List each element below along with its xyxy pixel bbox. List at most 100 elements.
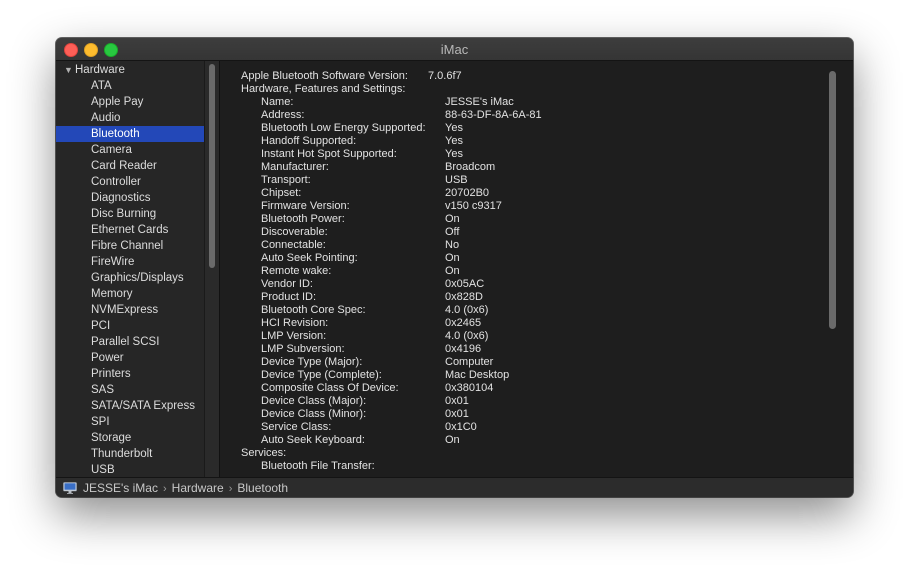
property-value: Yes [445, 148, 463, 160]
sidebar-scrollbar-thumb[interactable] [209, 64, 215, 268]
sidebar-item-fibre-channel[interactable]: Fibre Channel [56, 238, 204, 254]
sidebar-item-apple-pay[interactable]: Apple Pay [56, 94, 204, 110]
property-label: Auto Seek Keyboard: [261, 434, 365, 446]
version-label: Apple Bluetooth Software Version: [241, 70, 408, 82]
property-label: Auto Seek Pointing: [261, 252, 358, 264]
sidebar: ▼ Hardware ATA Apple Pay Audio Bluetooth Came… [56, 61, 204, 477]
sidebar-item-parallel-scsi[interactable]: Parallel SCSI [56, 334, 204, 350]
property-value: Yes [445, 135, 463, 147]
sidebar-group-hardware[interactable]: ▼ Hardware [56, 62, 204, 78]
property-value: Mac Desktop [445, 369, 510, 381]
sidebar-item-power[interactable]: Power [56, 350, 204, 366]
sidebar-item-graphics-displays[interactable]: Graphics/Displays [56, 270, 204, 286]
sidebar-item-firewire[interactable]: FireWire [56, 254, 204, 270]
property-value: 4.0 (0x6) [445, 330, 489, 342]
imac-icon [63, 482, 77, 494]
property-value: Yes [445, 122, 463, 134]
property-label: Device Class (Major): [261, 395, 367, 407]
property-label: HCI Revision: [261, 317, 329, 329]
detail-scrollbar-thumb[interactable] [829, 71, 836, 329]
sidebar-item-sas[interactable]: SAS [56, 382, 204, 398]
property-label: Composite Class Of Device: [261, 382, 399, 394]
property-value: On [445, 213, 460, 225]
window-title: iMac [440, 42, 469, 57]
sidebar-item-thunderbolt[interactable]: Thunderbolt [56, 446, 204, 462]
property-value: 0x4196 [445, 343, 482, 355]
disclosure-triangle-icon[interactable]: ▼ [64, 62, 75, 78]
property-value: 0x01 [445, 408, 469, 420]
property-value: Computer [445, 356, 494, 368]
system-information-window: iMac ▼ Hardware ATA Apple Pay Audio Bluetoot… [56, 38, 853, 497]
sidebar-item-ethernet-cards[interactable]: Ethernet Cards [56, 222, 204, 238]
property-value: 88-63-DF-8A-6A-81 [445, 109, 542, 121]
property-value: 0x380104 [445, 382, 494, 394]
sidebar-item-spi[interactable]: SPI [56, 414, 204, 430]
property-label: Handoff Supported: [261, 135, 357, 147]
property-value: v150 c9317 [445, 200, 502, 212]
property-value: 0x2465 [445, 317, 482, 329]
property-value: 0x828D [445, 291, 483, 303]
sidebar-item-ata[interactable]: ATA [56, 78, 204, 94]
property-label: Bluetooth Core Spec: [261, 304, 366, 316]
property-label: Address: [261, 109, 305, 121]
breadcrumb-item[interactable]: Hardware [172, 481, 224, 495]
property-value: JESSE's iMac [445, 96, 514, 108]
sidebar-item-usb[interactable]: USB [56, 462, 204, 477]
property-label: Bluetooth Power: [261, 213, 345, 225]
breadcrumb: JESSE's iMac › Hardware › Bluetooth [83, 478, 288, 497]
sidebar-scrollbar[interactable] [204, 61, 219, 477]
service-name: Bluetooth File Transfer: [261, 460, 375, 472]
sidebar-item-card-reader[interactable]: Card Reader [56, 158, 204, 174]
detail-pane: Apple Bluetooth Software Version: 7.0.6f… [220, 61, 853, 477]
property-label: Bluetooth Low Energy Supported: [261, 122, 426, 134]
property-label: Chipset: [261, 187, 302, 199]
title-bar: iMac [56, 38, 853, 61]
services-heading: Services: [241, 447, 287, 459]
property-label: LMP Subversion: [261, 343, 345, 355]
property-label: Manufacturer: [261, 161, 329, 173]
property-label: Name: [261, 96, 294, 108]
property-label: LMP Version: [261, 330, 327, 342]
property-label: Transport: [261, 174, 311, 186]
breadcrumb-item[interactable]: Bluetooth [237, 481, 288, 495]
sidebar-item-audio[interactable]: Audio [56, 110, 204, 126]
property-value: On [445, 434, 460, 446]
sidebar-item-pci[interactable]: PCI [56, 318, 204, 334]
property-label: Discoverable: [261, 226, 328, 238]
sidebar-item-nvmexpress[interactable]: NVMExpress [56, 302, 204, 318]
property-value: 0x05AC [445, 278, 485, 290]
version-value: 7.0.6f7 [428, 70, 462, 82]
sidebar-item-camera[interactable]: Camera [56, 142, 204, 158]
property-value: Off [445, 226, 460, 238]
property-label: Device Type (Major): [261, 356, 363, 368]
property-label: Vendor ID: [261, 278, 313, 290]
breadcrumb-separator-icon: › [162, 483, 167, 495]
sidebar-item-storage[interactable]: Storage [56, 430, 204, 446]
sidebar-item-bluetooth[interactable]: Bluetooth [56, 126, 204, 142]
property-value: 4.0 (0x6) [445, 304, 489, 316]
path-bar: JESSE's iMac › Hardware › Bluetooth [56, 477, 853, 497]
breadcrumb-item[interactable]: JESSE's iMac [83, 481, 158, 495]
sidebar-item-memory[interactable]: Memory [56, 286, 204, 302]
property-label: Firmware Version: [261, 200, 350, 212]
property-value: On [445, 265, 460, 277]
property-label: Product ID: [261, 291, 317, 303]
sidebar-item-printers[interactable]: Printers [56, 366, 204, 382]
sidebar-item-diagnostics[interactable]: Diagnostics [56, 190, 204, 206]
property-label: Service Class: [261, 421, 332, 433]
property-value: On [445, 252, 460, 264]
detail-scrollbar[interactable] [829, 71, 837, 466]
property-value: 0x1C0 [445, 421, 477, 433]
sidebar-item-disc-burning[interactable]: Disc Burning [56, 206, 204, 222]
breadcrumb-separator-icon: › [228, 483, 233, 495]
property-label: Device Type (Complete): [261, 369, 382, 381]
sidebar-group-label: Hardware [75, 64, 125, 76]
sidebar-item-controller[interactable]: Controller [56, 174, 204, 190]
property-value: Broadcom [445, 161, 496, 173]
sidebar-item-sata-sata-express[interactable]: SATA/SATA Express [56, 398, 204, 414]
property-value: USB [445, 174, 468, 186]
property-label: Device Class (Minor): [261, 408, 367, 420]
property-value: 20702B0 [445, 187, 490, 199]
property-label: Remote wake: [261, 265, 332, 277]
property-label: Instant Hot Spot Supported: [261, 148, 397, 160]
